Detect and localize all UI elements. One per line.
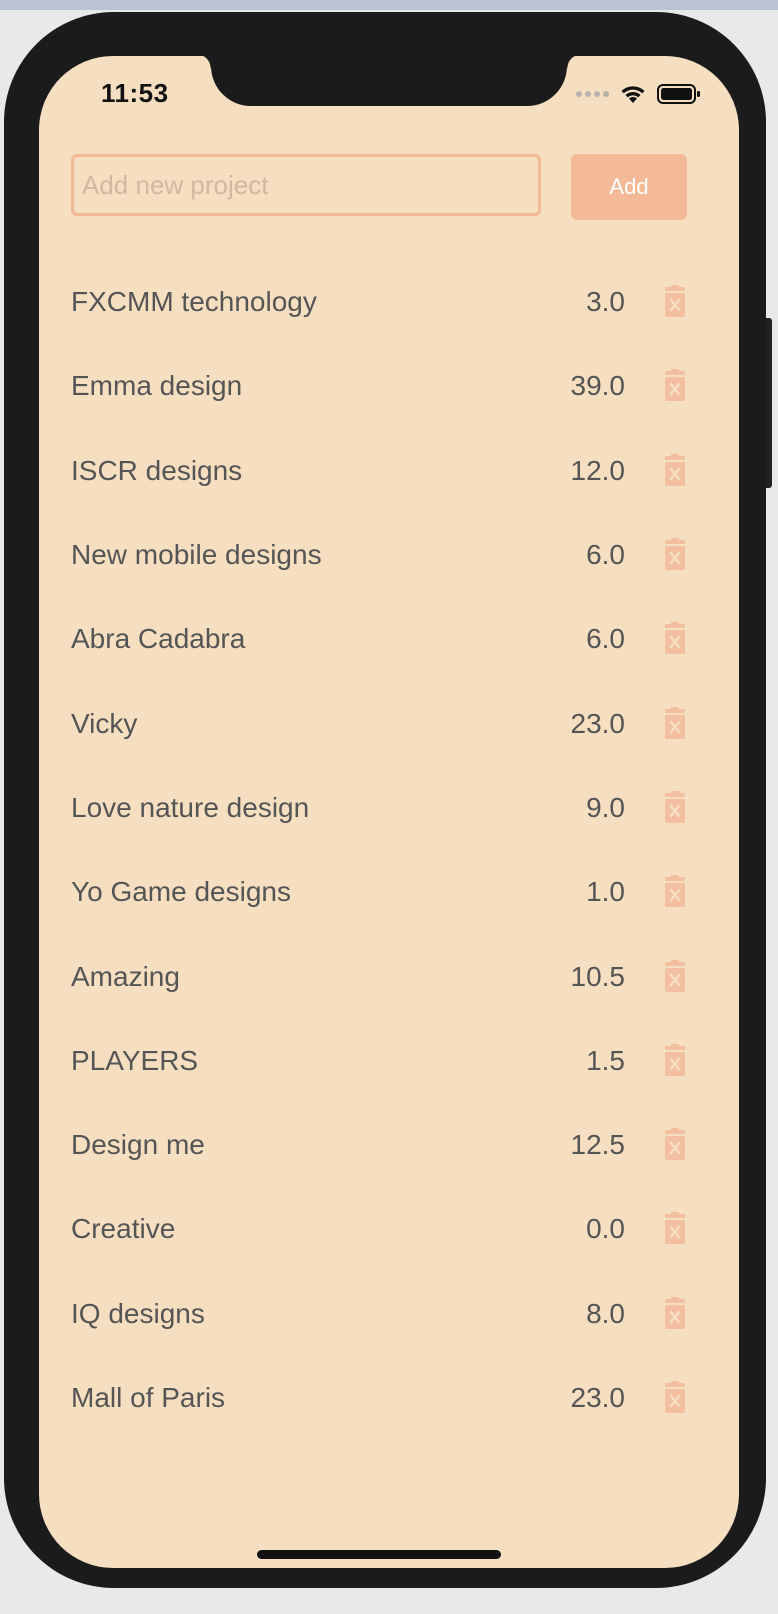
project-name: Design me: [71, 1129, 205, 1161]
new-project-row: Add: [71, 154, 687, 222]
wifi-icon: [621, 86, 645, 103]
project-name: Mall of Paris: [71, 1382, 226, 1413]
project-hours: 6.0: [586, 623, 625, 655]
phone-notch: [197, 56, 581, 106]
project-hours: 6.0: [586, 539, 625, 571]
trash-x-icon[interactable]: [663, 1212, 687, 1246]
project-name: IQ designs: [71, 1297, 205, 1329]
trash-x-icon[interactable]: [663, 1043, 687, 1078]
trash-x-icon[interactable]: [663, 790, 687, 825]
project-hours: 10.5: [570, 960, 626, 992]
status-time: 11:53: [101, 78, 169, 108]
trash-x-icon[interactable]: [663, 453, 687, 488]
project-row: Love nature design 9.0: [71, 766, 687, 850]
project-hours: 12.5: [570, 1129, 626, 1161]
home-indicator[interactable]: [257, 1550, 501, 1559]
project-hours: 9.0: [586, 791, 625, 823]
project-name: Love nature design: [71, 791, 310, 823]
trash-x-icon[interactable]: [663, 538, 687, 572]
project-name: New mobile designs: [71, 539, 322, 571]
project-hours: 23.0: [570, 1382, 626, 1413]
project-row: Design me 12.5: [71, 1103, 687, 1187]
project-name: ISCR designs: [71, 454, 243, 486]
project-hours: 8.0: [586, 1297, 625, 1329]
project-row: New mobile designs 6.0: [71, 513, 687, 597]
project-row: Creative 0.0: [71, 1187, 687, 1271]
cellular-signal-icon: [576, 91, 609, 97]
project-row: Emma design 39.0: [71, 344, 687, 428]
project-hours: 39.0: [570, 370, 626, 402]
project-name: PLAYERS: [71, 1044, 199, 1076]
project-name: Amazing: [71, 960, 180, 992]
project-row: Yo Game designs 1.0: [71, 850, 687, 934]
trash-x-icon[interactable]: [663, 875, 687, 909]
project-row: ISCR designs 12.0: [71, 429, 687, 513]
trash-x-icon[interactable]: [663, 369, 687, 403]
trash-x-icon[interactable]: [663, 285, 687, 319]
project-hours: 0.0: [586, 1213, 625, 1245]
project-hours: 3.0: [586, 286, 625, 318]
project-row: FXCMM technology 3.0: [71, 260, 687, 344]
project-name: Vicky: [71, 707, 138, 739]
battery-icon: [657, 84, 700, 104]
project-hours: 1.0: [586, 876, 625, 908]
desktop-bottom-bar: [0, 1590, 778, 1614]
trash-x-icon[interactable]: [663, 622, 687, 656]
project-row: Abra Cadabra 6.0: [71, 597, 687, 681]
add-project-button[interactable]: Add: [571, 154, 687, 220]
trash-x-icon[interactable]: [663, 1128, 687, 1162]
project-name: Emma design: [71, 370, 243, 402]
project-hours: 12.0: [570, 454, 626, 486]
project-hours: 1.5: [586, 1044, 625, 1076]
project-row: Vicky 23.0: [71, 681, 687, 765]
project-name: FXCMM technology: [71, 286, 317, 318]
project-name: Abra Cadabra: [71, 623, 246, 655]
project-name: Yo Game designs: [71, 876, 291, 908]
status-icons: [576, 82, 701, 106]
project-name: Creative: [71, 1213, 176, 1245]
trash-x-icon[interactable]: [663, 706, 687, 741]
app-screen: 11:53 Add FXCMM technology 3.0: [39, 56, 739, 1568]
desktop-top-bar: [0, 0, 778, 10]
project-row: PLAYERS 1.5: [71, 1019, 687, 1103]
trash-x-icon[interactable]: [663, 1381, 687, 1415]
project-hours: 23.0: [570, 707, 626, 739]
project-row: Mall of Paris 23.0: [71, 1356, 687, 1440]
trash-x-icon[interactable]: [663, 1296, 687, 1331]
trash-x-icon[interactable]: [663, 959, 687, 994]
project-row: Amazing 10.5: [71, 934, 687, 1018]
project-row: IQ designs 8.0: [71, 1272, 687, 1356]
project-list: FXCMM technology 3.0 Emma design 39.0 IS…: [71, 260, 687, 1440]
new-project-input[interactable]: [71, 154, 541, 216]
phone-frame: 11:53 Add FXCMM technology 3.0: [4, 12, 766, 1588]
